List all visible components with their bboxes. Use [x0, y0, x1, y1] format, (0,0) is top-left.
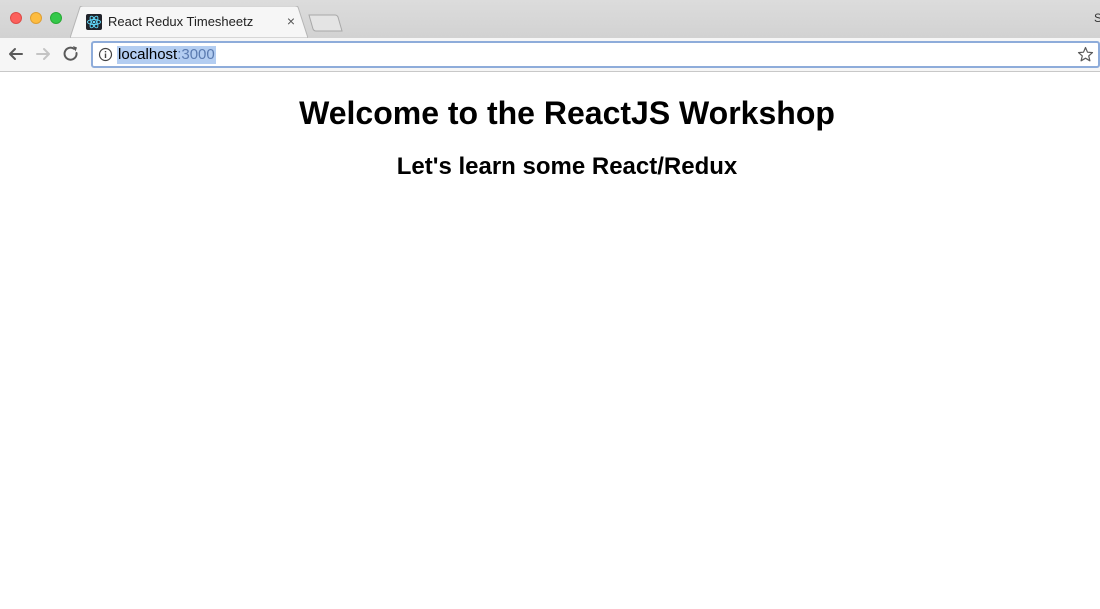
- new-tab-button[interactable]: [308, 14, 344, 32]
- page-title: Welcome to the ReactJS Workshop: [299, 95, 835, 131]
- profile-label: S: [1094, 11, 1100, 25]
- page-subtitle: Let's learn some React/Redux: [396, 153, 738, 180]
- star-icon[interactable]: [1077, 46, 1094, 63]
- info-icon[interactable]: [98, 47, 113, 62]
- url-host: localhost: [118, 46, 178, 63]
- tab-active[interactable]: React Redux Timesheetz ×: [70, 6, 308, 38]
- react-logo-icon: [86, 14, 102, 30]
- tab-strip: React Redux Timesheetz × S: [0, 0, 1100, 38]
- reload-icon[interactable]: [61, 44, 81, 64]
- window-minimize-button[interactable]: [30, 12, 42, 24]
- page-content: Welcome to the ReactJS Workshop Let's le…: [0, 73, 1100, 609]
- address-bar[interactable]: localhost:3000: [91, 41, 1100, 68]
- url-text[interactable]: localhost:3000: [117, 46, 216, 64]
- window-close-button[interactable]: [10, 12, 22, 24]
- browser-toolbar: localhost:3000: [0, 38, 1100, 72]
- back-arrow-icon[interactable]: [6, 44, 26, 64]
- window-maximize-button[interactable]: [50, 12, 62, 24]
- forward-arrow-icon[interactable]: [33, 44, 53, 64]
- tab-close-icon[interactable]: ×: [283, 13, 299, 29]
- url-port: :3000: [177, 46, 215, 63]
- tab-title: React Redux Timesheetz: [108, 14, 254, 29]
